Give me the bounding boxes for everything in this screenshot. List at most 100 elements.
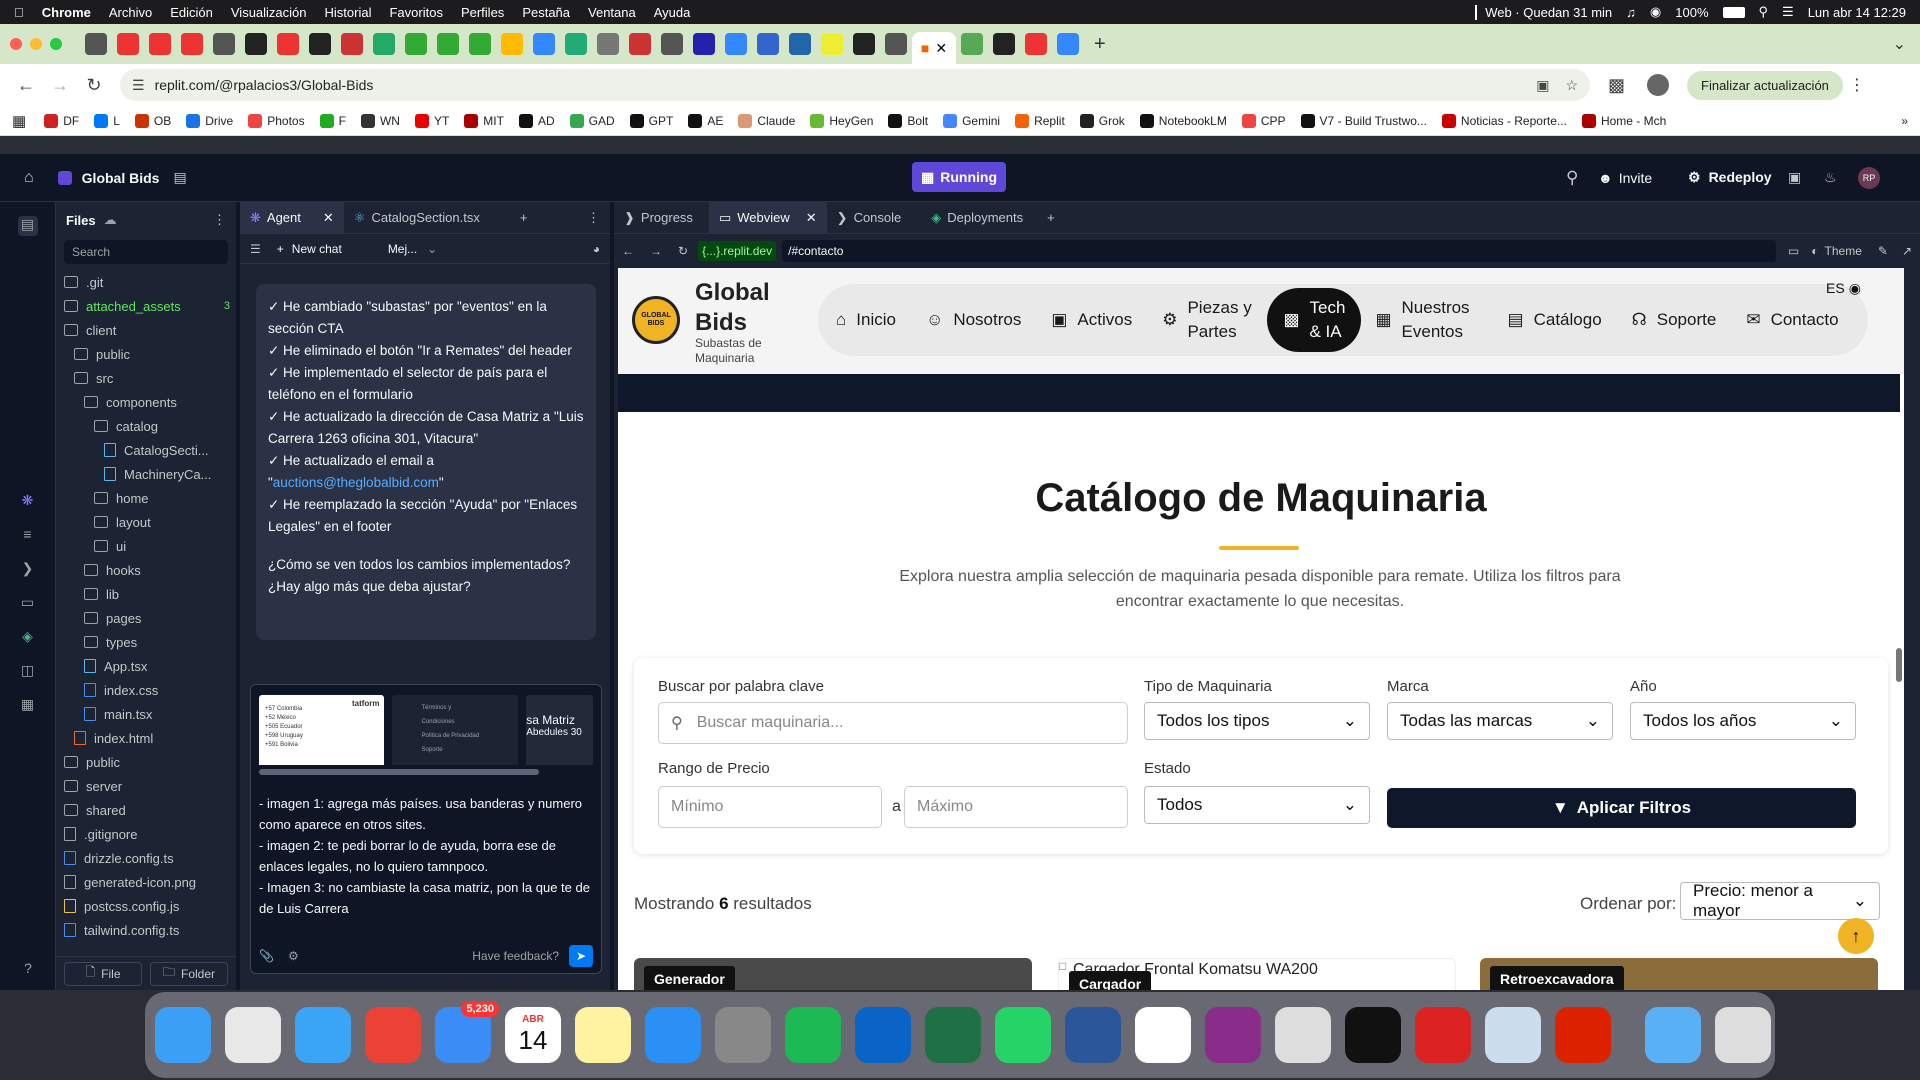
- nav-catalogo[interactable]: ▤ Catálogo: [1508, 310, 1602, 330]
- folder-item[interactable]: public: [64, 750, 236, 774]
- browser-tab[interactable]: [341, 33, 363, 55]
- add-tab-icon[interactable]: +: [1047, 210, 1055, 225]
- menu-ayuda[interactable]: Ayuda: [654, 5, 691, 20]
- browser-tab[interactable]: [961, 33, 983, 55]
- tab-progress[interactable]: ❱ Progress: [614, 210, 703, 226]
- excel-dock-icon[interactable]: [925, 1007, 981, 1063]
- folder-item[interactable]: hooks: [64, 558, 236, 582]
- active-tab[interactable]: ■ ✕: [912, 32, 956, 64]
- browser-tab[interactable]: [469, 33, 491, 55]
- nav-activos[interactable]: ▣ Activos: [1051, 310, 1132, 330]
- menu-historial[interactable]: Historial: [325, 5, 372, 20]
- bookmark-item[interactable]: HeyGen: [810, 113, 873, 128]
- browser-tab[interactable]: [661, 33, 683, 55]
- settings-icon[interactable]: ⚙: [288, 949, 299, 963]
- brand-select[interactable]: Todas las marcas ⌄: [1387, 702, 1613, 740]
- file-item[interactable]: postcss.config.js: [64, 894, 236, 918]
- back-icon[interactable]: ←: [12, 71, 40, 99]
- search-icon[interactable]: ⚲: [1759, 4, 1769, 20]
- folder-dock-icon[interactable]: [1645, 1007, 1701, 1063]
- bookmark-item[interactable]: Grok: [1079, 113, 1125, 128]
- tab-close-icon[interactable]: ✕: [935, 40, 947, 57]
- browser-tab[interactable]: [757, 33, 779, 55]
- close-tab-icon[interactable]: ✕: [323, 210, 334, 226]
- forward-icon[interactable]: →: [46, 71, 74, 99]
- all-tools-icon[interactable]: ▦: [18, 696, 38, 716]
- project-menu-icon[interactable]: ▤: [173, 169, 186, 186]
- finder-dock-icon[interactable]: [155, 1007, 211, 1063]
- browser-tab[interactable]: [85, 33, 107, 55]
- folder-item[interactable]: lib: [64, 582, 236, 606]
- theme-button[interactable]: ◐ Theme: [1811, 244, 1862, 258]
- bookmark-item[interactable]: L: [94, 113, 120, 128]
- product-card-1[interactable]: Generador: [634, 958, 1032, 990]
- file-item[interactable]: App.tsx: [64, 654, 236, 678]
- browser-tab[interactable]: [885, 33, 907, 55]
- browser-tab[interactable]: [213, 33, 235, 55]
- redeploy-button[interactable]: ⚙ Redeploy: [1688, 169, 1772, 186]
- screen-time-status[interactable]: Web · Quedan 31 min: [1475, 4, 1612, 20]
- file-item[interactable]: main.tsx: [64, 702, 236, 726]
- browser-tab[interactable]: [629, 33, 651, 55]
- keyword-input[interactable]: ⚲ Buscar maquinaria...: [658, 702, 1128, 744]
- scroll-top-button[interactable]: ↑: [1838, 918, 1874, 954]
- nav-tech-ia[interactable]: ▩ Tech & IA: [1267, 288, 1362, 352]
- audio-icon[interactable]: ♫: [1626, 5, 1636, 20]
- bookmark-item[interactable]: GAD: [569, 113, 615, 128]
- wifi-icon[interactable]: ◉: [1650, 4, 1661, 20]
- bookmark-item[interactable]: Home - Mch: [1581, 113, 1666, 128]
- state-select[interactable]: Todos ⌄: [1144, 786, 1370, 824]
- run-status-button[interactable]: ▦ Running: [912, 162, 1006, 192]
- model-select[interactable]: Mej... ⌄: [388, 242, 437, 256]
- browser-tab[interactable]: [597, 33, 619, 55]
- reload-icon[interactable]: ↻: [80, 71, 108, 99]
- browser-tab[interactable]: [725, 33, 747, 55]
- menu-ventana[interactable]: Ventana: [588, 5, 636, 20]
- search-icon[interactable]: ⚲: [1566, 168, 1578, 188]
- menu-app-name[interactable]: Chrome: [42, 5, 91, 20]
- apple-icon[interactable]: : [14, 5, 24, 20]
- calendar-dock-icon[interactable]: ABR 14: [505, 1007, 561, 1063]
- photobooth-dock-icon[interactable]: [1415, 1007, 1471, 1063]
- nav-inicio[interactable]: ⌂ Inicio: [836, 310, 896, 330]
- attachment-thumbnail-3[interactable]: sa Matriz Abedules 30: [526, 695, 594, 765]
- nav-piezas[interactable]: ⚙ Piezas y Partes: [1162, 296, 1253, 344]
- folder-item[interactable]: home: [64, 486, 236, 510]
- folder-item[interactable]: types: [64, 630, 236, 654]
- page-scrollbar[interactable]: [1896, 648, 1902, 682]
- shell-tool-icon[interactable]: ❯: [18, 560, 38, 580]
- bookmark-item[interactable]: Gemini: [943, 113, 1000, 128]
- attachment-thumbnail-2[interactable]: Términos y Condiciones Política de Priva…: [391, 695, 519, 765]
- files-menu-icon[interactable]: ⋮: [213, 212, 226, 228]
- tab-catalogsection[interactable]: ⚛ CatalogSection.tsx: [344, 210, 490, 226]
- feedback-link[interactable]: Have feedback?: [472, 949, 559, 963]
- add-tab-icon[interactable]: +: [520, 210, 528, 225]
- bookmark-item[interactable]: V7 - Build Trustwo...: [1300, 113, 1427, 128]
- bookmark-item[interactable]: Photos: [248, 113, 305, 128]
- address-bar[interactable]: ☰ replit.com/@rpalacios3/Global-Bids ▣ ☆: [120, 69, 1590, 101]
- whatsapp-dock-icon[interactable]: [995, 1007, 1051, 1063]
- file-item[interactable]: generated-icon.png: [64, 870, 236, 894]
- edit-icon[interactable]: ✎: [1878, 244, 1888, 258]
- browser-tab[interactable]: [437, 33, 459, 55]
- agent-tool-icon[interactable]: ❋: [18, 492, 38, 512]
- user-avatar[interactable]: RP: [1858, 166, 1880, 189]
- url-text[interactable]: replit.com/@rpalacios3/Global-Bids: [155, 77, 374, 93]
- help-icon[interactable]: ?: [18, 960, 38, 980]
- bookmark-item[interactable]: Claude: [738, 113, 795, 128]
- folder-item[interactable]: src: [64, 366, 236, 390]
- browser-tab[interactable]: [565, 33, 587, 55]
- browser-tab[interactable]: [1025, 33, 1047, 55]
- nav-contacto[interactable]: ✉ Contacto: [1746, 310, 1838, 330]
- bookmark-item[interactable]: GPT: [629, 113, 673, 128]
- folder-item[interactable]: public: [64, 342, 236, 366]
- files-search-input[interactable]: Search: [64, 240, 228, 264]
- webview-url-path[interactable]: /#contacto: [782, 240, 1776, 262]
- file-item[interactable]: MachineryCa...: [64, 462, 236, 486]
- bookmark-item[interactable]: AD: [518, 113, 555, 128]
- browser-tab[interactable]: [181, 33, 203, 55]
- usage-icon[interactable]: ◕: [593, 242, 600, 256]
- browser-tab[interactable]: [1057, 33, 1079, 55]
- menu-pestana[interactable]: Pestaña: [522, 5, 570, 20]
- launchpad-dock-icon[interactable]: [225, 1007, 281, 1063]
